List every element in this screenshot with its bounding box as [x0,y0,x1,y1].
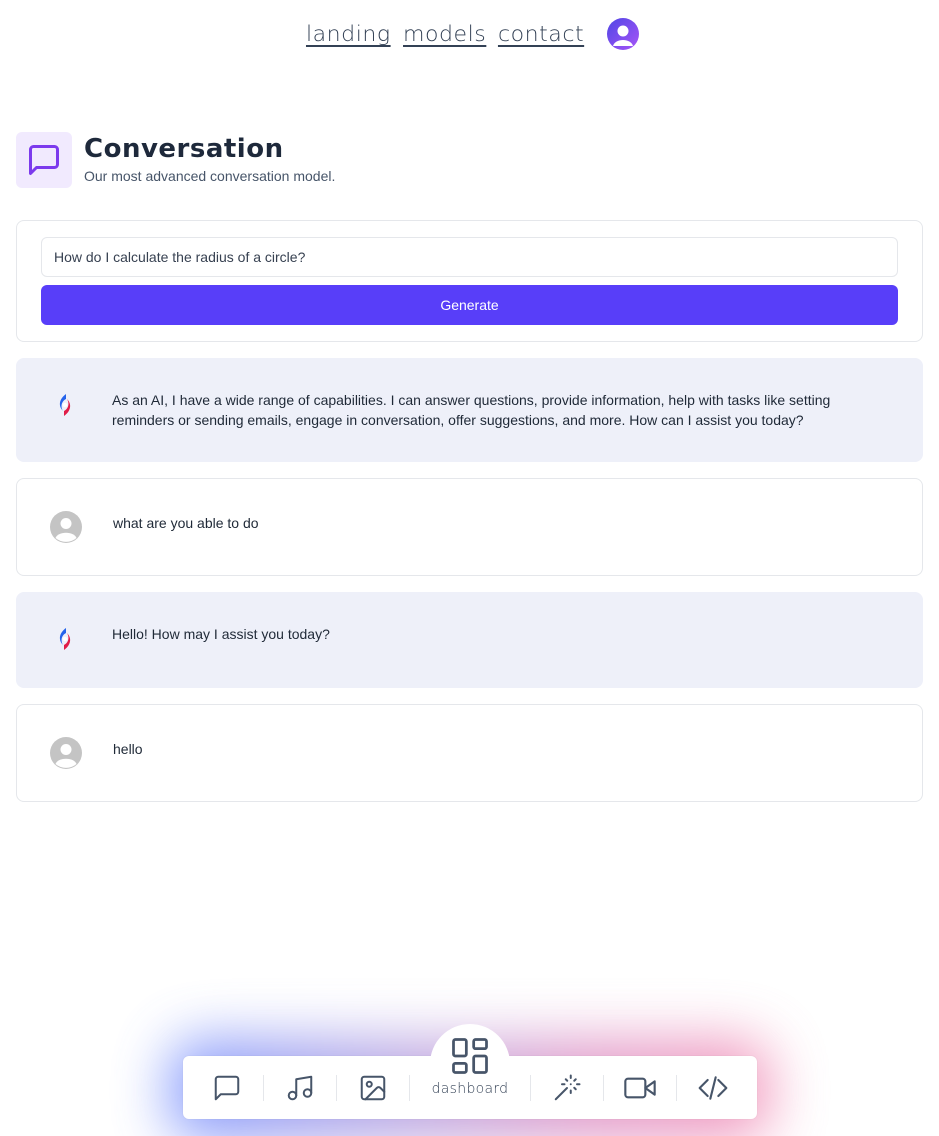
wand-icon [554,1074,581,1101]
nav-link-contact[interactable]: contact [498,22,584,46]
message-user: hello [16,704,923,802]
dock-image-button[interactable] [353,1068,393,1108]
dock-dashboard-button[interactable]: dashboard [430,1034,510,1104]
dock-divider [336,1075,337,1101]
message-text: Hello! How may I assist you today? [112,626,330,642]
page-title: Conversation [84,134,284,164]
message-square-icon [29,145,59,175]
user-avatar-icon [49,736,83,770]
page-header: Conversation Our most advanced conversat… [16,132,335,188]
page-subtitle: Our most advanced conversation model. [84,168,336,184]
dock-video-button[interactable] [620,1068,660,1108]
user-avatar-icon [49,510,83,544]
dashboard-icon [452,1038,488,1074]
message-text: what are you able to do [113,515,259,531]
dock-divider [530,1075,531,1101]
dock-code-button[interactable] [693,1068,733,1108]
generate-button[interactable]: Generate [41,285,898,325]
dock-conversation-button[interactable] [207,1068,247,1108]
nav-link-models[interactable]: models [403,22,486,46]
dock-divider [603,1075,604,1101]
ai-logo-icon [48,388,82,422]
message-user: what are you able to do [16,478,923,576]
user-icon [612,25,633,46]
video-icon [624,1077,656,1099]
user-avatar-button[interactable] [606,18,639,50]
message-square-icon [214,1075,240,1101]
prompt-input[interactable] [41,237,898,277]
message-text: As an AI, I have a wide range of capabil… [112,392,831,428]
dock-divider [409,1075,410,1101]
code-icon [698,1076,728,1100]
nav-link-landing[interactable]: landing [306,22,391,46]
message-ai: Hello! How may I assist you today? [16,592,923,688]
ai-logo-icon [48,622,82,656]
dock-divider [263,1075,264,1101]
top-nav: landing models contact [0,14,939,54]
conversation-header-icon [16,132,72,188]
dock-magic-button[interactable] [547,1068,587,1108]
dock-music-button[interactable] [280,1068,320,1108]
music-icon [287,1075,313,1101]
dashboard-label: dashboard [431,1081,509,1097]
image-icon [360,1075,386,1101]
prompt-form: Generate [16,220,923,342]
dock-divider [676,1075,677,1101]
message-text: hello [113,741,143,757]
message-ai: As an AI, I have a wide range of capabil… [16,358,923,462]
